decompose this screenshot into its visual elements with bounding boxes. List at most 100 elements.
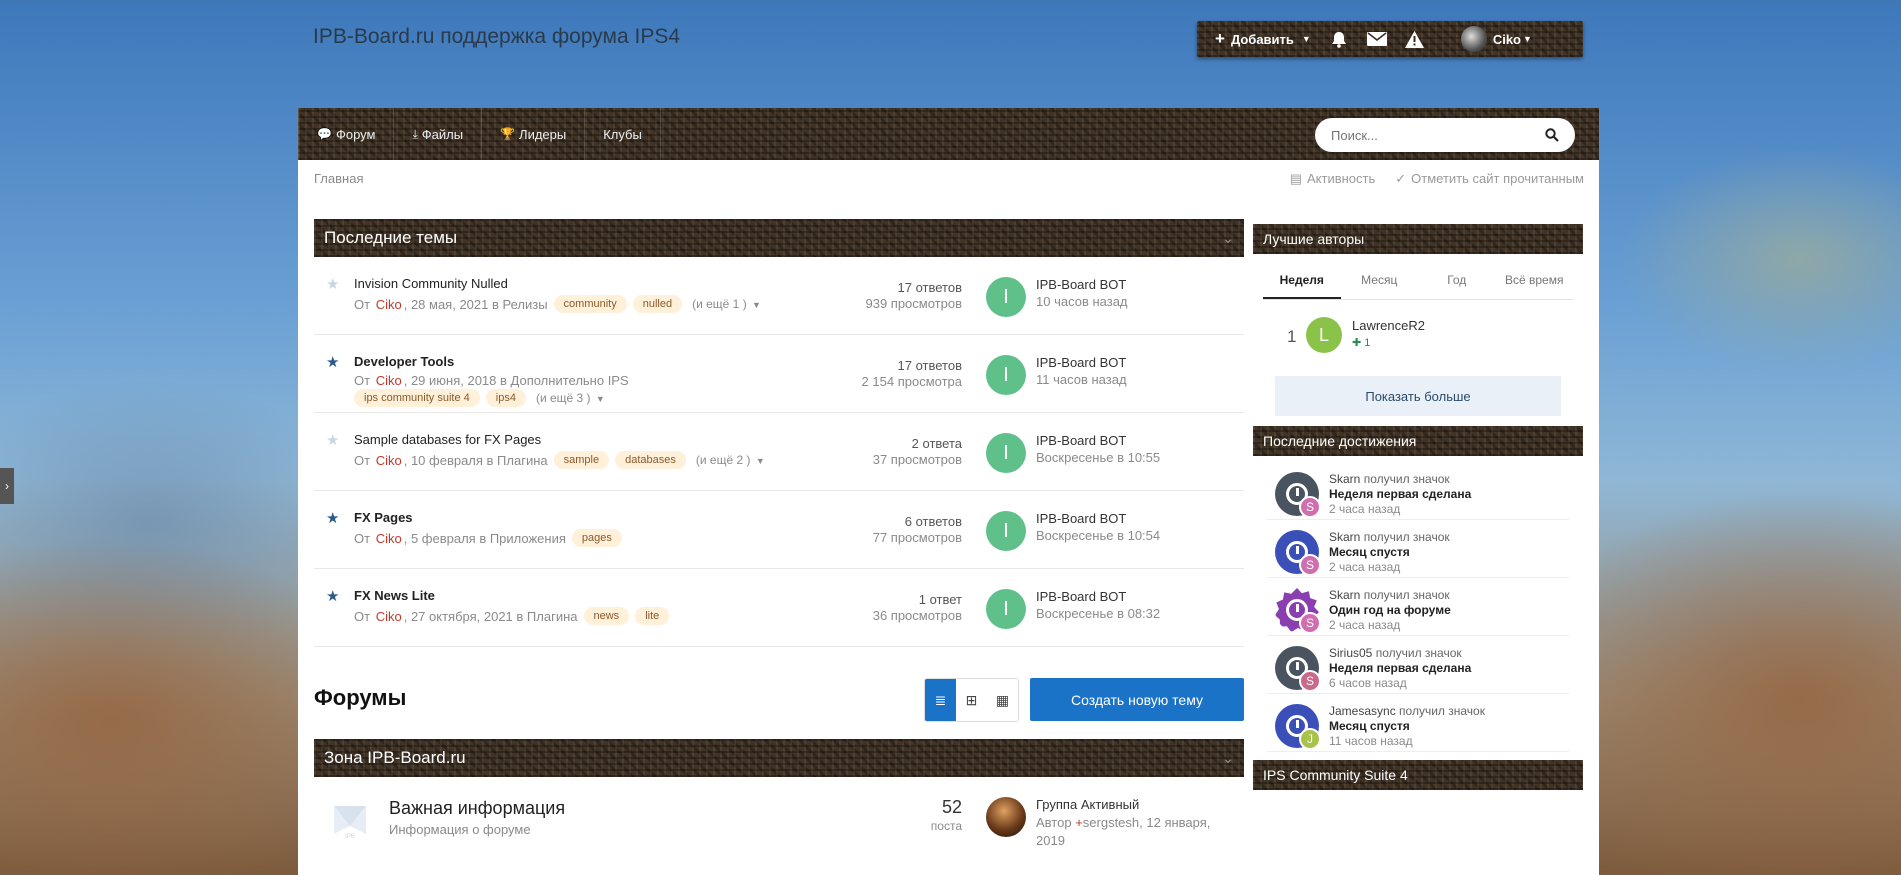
topic-author[interactable]: Ciko <box>376 373 402 388</box>
last-poster-avatar[interactable]: I <box>986 433 1026 473</box>
envelope-icon[interactable] <box>1366 29 1387 49</box>
topic-tag[interactable]: lite <box>635 607 670 625</box>
topic-title[interactable]: FX News Lite <box>354 588 435 603</box>
topic-title[interactable]: FX Pages <box>354 510 413 525</box>
warning-icon[interactable] <box>1405 29 1425 49</box>
breadcrumb-home[interactable]: Главная <box>314 171 363 186</box>
achievement-action: получил значок <box>1363 588 1450 602</box>
star-icon[interactable]: ★ <box>326 509 339 527</box>
add-button[interactable]: + Добавить ▼ <box>1215 29 1311 49</box>
topic-tag[interactable]: news <box>583 607 630 625</box>
leader-avatar[interactable]: L <box>1306 317 1342 353</box>
mark-read-link[interactable]: ✓ Отметить сайт прочитанным <box>1395 171 1584 187</box>
top-authors-widget: Лучшие авторы Неделя Месяц Год Всё время… <box>1253 224 1583 426</box>
search-input[interactable] <box>1331 127 1531 143</box>
achievement-user[interactable]: Sirius05 <box>1329 646 1372 660</box>
achievement-item: S Skarn получил значок Неделя первая сде… <box>1267 462 1569 520</box>
topic-author[interactable]: Ciko <box>376 609 402 624</box>
more-tags-link[interactable]: (и ещё 3 ) ▼ <box>536 391 605 405</box>
breadcrumb[interactable]: Главная <box>314 171 363 186</box>
topic-title[interactable]: Developer Tools <box>354 354 454 369</box>
last-post-time[interactable]: Воскресенье в 10:55 <box>1036 449 1160 466</box>
show-more-button[interactable]: Показать больше <box>1275 376 1561 416</box>
user-mini-avatar[interactable]: J <box>1299 728 1321 750</box>
last-poster-avatar[interactable]: I <box>986 511 1026 551</box>
table-view-icon[interactable]: ▦ <box>987 679 1018 721</box>
topic-tag[interactable]: databases <box>615 451 686 469</box>
last-poster-avatar[interactable]: I <box>986 355 1026 395</box>
star-icon[interactable]: ★ <box>326 431 339 449</box>
star-icon[interactable]: ★ <box>326 587 339 605</box>
tab-week[interactable]: Неделя <box>1263 260 1341 299</box>
last-poster-avatar[interactable]: I <box>986 589 1026 629</box>
nav-item-files[interactable]: ⤓ Файлы <box>394 108 483 160</box>
achievement-user[interactable]: Jamesasync <box>1329 704 1396 718</box>
topic-tag[interactable]: nulled <box>632 295 683 313</box>
topic-author[interactable]: Ciko <box>376 297 402 312</box>
bell-icon[interactable] <box>1329 29 1349 49</box>
topic-tag[interactable]: ips community suite 4 <box>354 389 480 407</box>
forum-name[interactable]: Важная информация <box>389 798 565 819</box>
last-post-time[interactable]: Воскресенье в 08:32 <box>1036 605 1160 622</box>
achievement-badge[interactable]: Неделя первая сделана <box>1329 661 1471 676</box>
user-mini-avatar[interactable]: S <box>1299 612 1321 634</box>
user-mini-avatar[interactable]: S <box>1299 670 1321 692</box>
more-tags-link[interactable]: (и ещё 2 ) ▼ <box>696 453 765 467</box>
topic-tag[interactable]: pages <box>571 529 622 547</box>
grid-view-icon[interactable]: ⊞ <box>956 679 987 721</box>
achievement-user[interactable]: Skarn <box>1329 588 1360 602</box>
user-mini-avatar[interactable]: S <box>1299 496 1321 518</box>
activity-link[interactable]: ▤ Активность <box>1290 171 1376 187</box>
topic-replies: 2 ответа <box>911 436 962 451</box>
last-post-time[interactable]: 11 часов назад <box>1036 371 1127 388</box>
last-post-title[interactable]: Группа Активный <box>1036 796 1236 814</box>
last-poster-name[interactable]: IPB-Board BOT <box>1036 354 1127 371</box>
last-poster-name[interactable]: IPB-Board BOT <box>1036 510 1160 527</box>
collapse-icon[interactable]: ⌄ <box>1222 230 1234 247</box>
topic-last-post: IPB-Board BOT Воскресенье в 08:32 <box>1036 588 1160 622</box>
list-view-icon[interactable]: ≣ <box>925 679 956 721</box>
user-mini-avatar[interactable]: S <box>1299 554 1321 576</box>
nav-item-clubs[interactable]: Клубы <box>585 108 661 160</box>
more-tags-link[interactable]: (и ещё 1 ) ▼ <box>692 297 761 311</box>
star-icon[interactable]: ★ <box>326 353 339 371</box>
topic-tag[interactable]: ips4 <box>485 389 526 407</box>
topic-tag[interactable]: community <box>553 295 627 313</box>
achievement-badge[interactable]: Один год на форуме <box>1329 603 1451 618</box>
tab-year[interactable]: Год <box>1418 260 1496 299</box>
topic-author[interactable]: Ciko <box>376 531 402 546</box>
collapse-icon[interactable]: ⌄ <box>1222 750 1234 767</box>
topic-title[interactable]: Sample databases for FX Pages <box>354 432 541 447</box>
achievement-badge[interactable]: Месяц спустя <box>1329 545 1450 560</box>
meta-prefix: От <box>354 452 371 468</box>
achievement-badge[interactable]: Неделя первая сделана <box>1329 487 1471 502</box>
user-avatar[interactable] <box>1460 26 1487 52</box>
tab-month[interactable]: Месяц <box>1341 260 1419 299</box>
tab-all-time[interactable]: Всё время <box>1496 260 1574 299</box>
last-post-time[interactable]: Воскресенье в 10:54 <box>1036 527 1160 544</box>
achievement-action: получил значок <box>1375 646 1462 660</box>
last-poster-avatar[interactable]: I <box>986 277 1026 317</box>
star-icon[interactable]: ★ <box>326 275 339 293</box>
topic-title[interactable]: Invision Community Nulled <box>354 276 508 291</box>
side-panel-toggle[interactable]: › <box>0 468 14 504</box>
search-icon[interactable] <box>1545 128 1559 142</box>
last-poster-avatar[interactable] <box>986 797 1026 837</box>
achievement-user[interactable]: Skarn <box>1329 530 1360 544</box>
achievement-user[interactable]: Skarn <box>1329 472 1360 486</box>
last-poster-name[interactable]: IPB-Board BOT <box>1036 276 1128 293</box>
last-poster-name[interactable]: IPB-Board BOT <box>1036 588 1160 605</box>
topic-tag[interactable]: sample <box>553 451 610 469</box>
site-title[interactable]: IPB-Board.ru поддержка форума IPS4 <box>313 25 680 49</box>
create-topic-button[interactable]: Создать новую тему <box>1030 678 1244 721</box>
nav-label: Файлы <box>421 126 464 142</box>
achievement-badge[interactable]: Месяц спустя <box>1329 719 1485 734</box>
last-poster-name[interactable]: IPB-Board BOT <box>1036 432 1160 449</box>
last-post-author[interactable]: sergstesh <box>1083 815 1139 830</box>
leader-name[interactable]: LawrenceR2 <box>1352 318 1425 333</box>
nav-item-forum[interactable]: 💬 Форум <box>298 108 395 160</box>
username[interactable]: Ciko <box>1493 32 1521 47</box>
nav-item-leaders[interactable]: 🏆 Лидеры <box>482 108 586 160</box>
topic-author[interactable]: Ciko <box>376 453 402 468</box>
last-post-time[interactable]: 10 часов назад <box>1036 293 1128 310</box>
